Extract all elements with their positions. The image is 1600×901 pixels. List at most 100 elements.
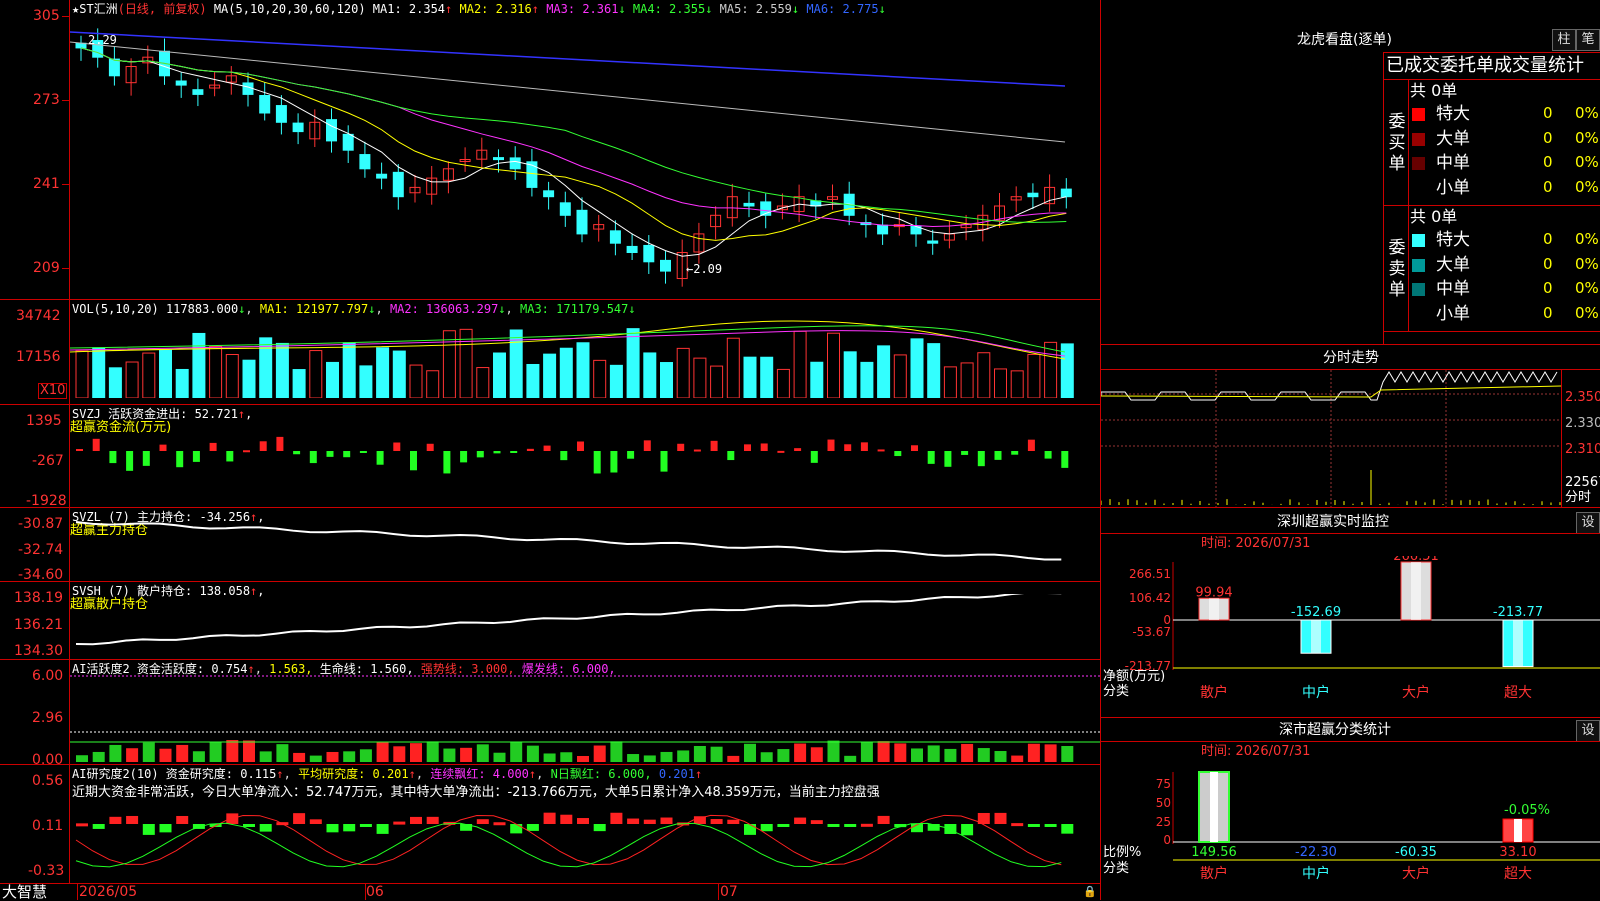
fund-flow-bar bbox=[1061, 451, 1068, 468]
research-bar bbox=[93, 824, 105, 829]
volume-bar bbox=[544, 354, 556, 398]
active-bar bbox=[644, 755, 656, 762]
order-count: 0 bbox=[1543, 155, 1553, 169]
active-bar bbox=[393, 746, 405, 762]
candle bbox=[577, 210, 587, 234]
svzl-chart[interactable] bbox=[70, 520, 1100, 580]
fund-flow-bar bbox=[577, 441, 584, 451]
sz-class-chart[interactable]: 75 50 25 0 149.56 散户 -22.30 中户 -60.35 大户 33.10 超大 -0… bbox=[1101, 764, 1600, 900]
ai-active-chart[interactable] bbox=[70, 670, 1100, 764]
fund-flow-bar bbox=[193, 451, 200, 462]
active-bar bbox=[995, 751, 1007, 762]
volume-bar bbox=[777, 369, 789, 398]
ma6-line bbox=[70, 32, 1065, 86]
monitor-value-label: -213.77 bbox=[1493, 605, 1543, 620]
dragon-title: 龙虎看盘(逐单) bbox=[1297, 33, 1392, 47]
volume-bar bbox=[677, 348, 689, 398]
fund-flow-bar bbox=[494, 451, 501, 453]
date-label: 07 bbox=[720, 885, 738, 899]
fund-flow-bar bbox=[727, 451, 734, 460]
research-bar bbox=[844, 824, 856, 827]
volume-bar bbox=[310, 351, 322, 398]
svzl-axis-label: -30.87 bbox=[18, 517, 63, 531]
candle bbox=[560, 203, 570, 215]
research-bar bbox=[544, 813, 556, 824]
sz-class-settings-button[interactable]: 设 bbox=[1576, 720, 1600, 742]
intraday-chart[interactable] bbox=[1101, 370, 1561, 507]
research-bar bbox=[711, 819, 723, 824]
fund-flow-bar bbox=[828, 440, 835, 451]
monitor-axis-label: -53.67 bbox=[1132, 625, 1171, 639]
svzj-chart[interactable] bbox=[70, 414, 1100, 506]
research-bar bbox=[961, 824, 973, 835]
volume-bar bbox=[76, 351, 88, 398]
active-bar bbox=[744, 744, 756, 762]
ma-arrow: ↑ bbox=[532, 2, 539, 16]
ma1-line bbox=[81, 48, 1066, 256]
fund-flow-bar bbox=[661, 451, 668, 472]
order-percent: 0% bbox=[1575, 131, 1599, 145]
fund-flow-bar bbox=[928, 451, 935, 464]
active-bar bbox=[293, 753, 305, 762]
order-size-swatch bbox=[1412, 259, 1425, 272]
ai-research-chart[interactable] bbox=[70, 800, 1100, 882]
order-count: 0 bbox=[1543, 131, 1553, 145]
research-bar bbox=[661, 818, 673, 824]
bar-mode-button[interactable]: 柱 bbox=[1552, 29, 1576, 51]
active-bar bbox=[160, 749, 172, 762]
ma-value-2: MA2: 2.316 bbox=[452, 2, 531, 16]
active-bar bbox=[711, 747, 723, 762]
stock-name[interactable]: ★ST汇洲 bbox=[72, 2, 118, 16]
research-bar bbox=[510, 824, 522, 833]
volume-bar bbox=[226, 355, 238, 398]
ma-value-3: MA3: 2.361 bbox=[539, 2, 618, 16]
intraday-title: 分时走势 bbox=[1323, 351, 1379, 365]
volume-chart[interactable] bbox=[70, 314, 1100, 398]
volume-bar bbox=[794, 331, 806, 398]
ma-params: MA(5,10,20,30,60,120) bbox=[214, 2, 366, 16]
active-bar bbox=[360, 749, 372, 762]
candle bbox=[1061, 189, 1071, 197]
fund-flow-bar bbox=[443, 451, 450, 473]
volume-bar bbox=[694, 358, 706, 398]
volume-bar bbox=[193, 333, 205, 398]
monitor-axis-label: 106.42 bbox=[1129, 591, 1171, 605]
volume-bar bbox=[293, 370, 305, 398]
vol-axis-label: 17156 bbox=[16, 350, 61, 364]
ai-research-axis-label: 0.11 bbox=[32, 819, 63, 833]
sz-monitor-chart[interactable]: 266.51106.420-53.67-213.7799.94散户-152.69… bbox=[1101, 556, 1600, 716]
order-count: 0 bbox=[1543, 232, 1553, 246]
candle bbox=[393, 172, 403, 196]
monitor-category-label: 散户 bbox=[1200, 684, 1228, 701]
active-bar bbox=[577, 756, 589, 762]
ma-values: MA1: 2.354↑ MA2: 2.316↑ MA3: 2.361↓ MA4:… bbox=[373, 2, 886, 16]
candle bbox=[627, 246, 637, 252]
active-bar bbox=[109, 745, 121, 762]
order-size-swatch bbox=[1412, 157, 1425, 170]
candle bbox=[109, 59, 119, 76]
volume-bar bbox=[527, 364, 539, 398]
monitor-bar-highlight bbox=[1411, 562, 1421, 620]
active-bar bbox=[928, 745, 940, 762]
fund-flow-bar bbox=[109, 451, 116, 463]
lock-icon[interactable]: 🔒 bbox=[1083, 885, 1097, 899]
fund-flow-bar bbox=[243, 450, 250, 452]
svsh-chart[interactable] bbox=[70, 594, 1100, 658]
kline-chart[interactable] bbox=[70, 20, 1100, 300]
active-bar bbox=[477, 744, 489, 762]
tick-mode-button[interactable]: 笔 bbox=[1576, 29, 1600, 51]
volume-bar bbox=[727, 338, 739, 398]
active-bar bbox=[210, 742, 222, 762]
fund-flow-bar bbox=[861, 442, 868, 451]
active-bar bbox=[443, 749, 455, 762]
ma-arrow: ↓ bbox=[618, 2, 625, 16]
active-bar bbox=[176, 745, 188, 762]
sz-monitor-settings-button[interactable]: 设 bbox=[1576, 512, 1600, 534]
svsh-axis-label: 134.30 bbox=[14, 644, 63, 658]
buy-label: 委买单 bbox=[1387, 112, 1407, 175]
ma-value-5: MA5: 2.559 bbox=[712, 2, 791, 16]
fund-flow-bar bbox=[911, 445, 918, 451]
candle bbox=[744, 203, 754, 206]
volume-bar bbox=[878, 346, 890, 398]
svzl-axis-label: -34.60 bbox=[18, 568, 63, 582]
